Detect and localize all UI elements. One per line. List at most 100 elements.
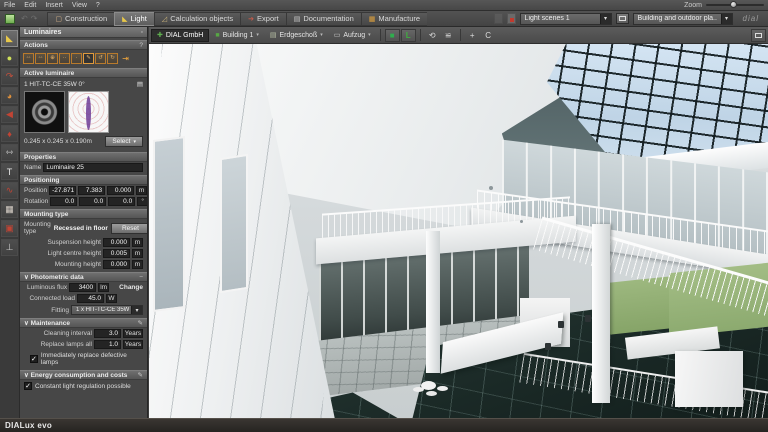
tab-documentation[interactable]: ▤ Documentation (286, 12, 361, 26)
reset-button[interactable]: Reset (111, 223, 148, 234)
light-scene-tool-icon[interactable] (494, 13, 503, 24)
arrangement-tool-icon[interactable]: ↷ (1, 68, 18, 85)
menu-view[interactable]: View (72, 2, 87, 9)
light-scene-active-icon[interactable]: ■ (385, 29, 400, 42)
tab-export[interactable]: ➔ Export (240, 12, 286, 26)
camera-view-icon[interactable]: C (481, 29, 496, 42)
main-toolbar: ↶ ↷ ▢ Construction ◣ Light ◿ Calculation… (0, 11, 768, 27)
rotate-right-icon[interactable]: ↻ (107, 53, 118, 64)
text-tool-icon[interactable]: T (1, 163, 18, 180)
field-arrangement-icon[interactable]: ·· (59, 53, 70, 64)
tab-construction[interactable]: ▢ Construction (47, 12, 114, 26)
move-view-icon[interactable]: + (465, 29, 480, 42)
collapse-icon[interactable]: − (139, 274, 143, 281)
section-lines-icon[interactable]: ≌ (441, 29, 456, 42)
menu-file[interactable]: File (4, 2, 15, 9)
pair-arrangement-icon[interactable]: ◦◦ (23, 53, 34, 64)
scene-preview-icon[interactable] (616, 13, 629, 24)
refresh-view-icon[interactable]: ⟲ (425, 29, 440, 42)
tab-building[interactable]: ■ Building 1 ▾ (210, 29, 264, 42)
active-luminaire-header[interactable]: Active luminaire (20, 68, 147, 78)
documentation-icon: ▤ (294, 15, 301, 23)
panel-pin-icon[interactable]: ▫ (141, 29, 143, 36)
cleaning-interval-input[interactable]: 3.0 (94, 329, 121, 338)
fullscreen-monitor-icon[interactable] (751, 29, 766, 42)
edit-pencil-icon[interactable]: ✎ (138, 319, 143, 327)
mounting-height-input[interactable]: 0.000 (103, 260, 130, 269)
redo-icon[interactable]: ↷ (31, 14, 38, 23)
constant-light-checkbox[interactable]: ✓ (24, 382, 32, 390)
catalogue-card-icon[interactable]: ▤ (137, 80, 143, 88)
change-link[interactable]: Change (119, 284, 143, 291)
undo-icon[interactable]: ↶ (21, 14, 28, 23)
luminous-flux-input[interactable]: 3400 (69, 283, 96, 292)
tab-calculation-objects[interactable]: ◿ Calculation objects (154, 12, 240, 26)
menu-edit[interactable]: Edit (24, 2, 36, 9)
place-tool-icon[interactable]: ✎ (83, 53, 94, 64)
rotation-y-input[interactable]: 0.0 (79, 197, 106, 206)
image-tool-icon[interactable]: ▣ (1, 220, 18, 237)
tab-manufacture[interactable]: ▦ Manufacture (361, 12, 427, 26)
select-luminaire-button[interactable]: Select ▾ (105, 136, 143, 147)
name-input[interactable]: Luminaire 25 (43, 163, 143, 172)
3d-viewport[interactable] (149, 44, 768, 418)
line-arrangement-icon[interactable]: ◦◦ (35, 53, 46, 64)
save-icon[interactable] (5, 14, 15, 24)
fitting-select[interactable]: 1 x HIT-TC-CE 35W ▾ (71, 305, 143, 315)
swatch-tool-icon[interactable]: ▦ (1, 201, 18, 218)
photometric-data-header[interactable]: ∨ Photometric data − (20, 272, 147, 282)
rotation-x-input[interactable]: 0.0 (50, 197, 77, 206)
height-tool-icon[interactable]: ⊥ (1, 239, 18, 256)
properties-header[interactable]: Properties (20, 152, 147, 162)
position-z-input[interactable]: 0.000 (107, 186, 134, 195)
menu-help[interactable]: ? (96, 2, 100, 9)
replace-lamps-input[interactable]: 1.0 (94, 340, 121, 349)
zoom-control: Zoom (684, 2, 764, 9)
tab-light[interactable]: ◣ Light (114, 12, 154, 26)
apply-action-icon[interactable]: ⇥ (119, 52, 132, 64)
light-scene-edit-icon[interactable] (507, 13, 516, 24)
polar-diagram-thumbnail[interactable] (68, 91, 109, 133)
chevron-down-icon[interactable]: ▾ (368, 32, 371, 38)
menu-insert[interactable]: Insert (45, 2, 63, 9)
luminaires-tool-icon[interactable]: ◣ (1, 30, 18, 47)
chevron-down-icon[interactable]: ▾ (256, 32, 259, 38)
positioning-header[interactable]: Positioning (20, 175, 147, 185)
chevron-down-icon[interactable]: ▾ (721, 14, 732, 24)
light-scene-select[interactable]: Light scenes 1 ▾ (520, 13, 612, 25)
suspension-height-input[interactable]: 0.000 (103, 238, 130, 247)
dimension-tool-icon[interactable]: ⇿ (1, 144, 18, 161)
bistro-table-set (421, 381, 436, 390)
luminaire-photo-thumbnail[interactable] (24, 91, 65, 133)
mounting-type-value[interactable]: Recessed in floor (54, 225, 108, 232)
mounting-type-header[interactable]: Mounting type (20, 209, 147, 219)
rotation-z-input[interactable]: 0.0 (108, 197, 135, 206)
chevron-down-icon[interactable]: ▾ (600, 14, 611, 24)
rotate-left-icon[interactable]: ↺ (95, 53, 106, 64)
view-mode-select[interactable]: Building and outdoor pla.. ▾ (633, 13, 733, 25)
replace-defective-checkbox[interactable]: ✓ (30, 355, 38, 363)
circle-arrangement-icon[interactable]: ⊕ (47, 53, 58, 64)
fitting-tool-icon[interactable]: ♦ (1, 125, 18, 142)
lamp-tool-icon[interactable]: ● (1, 49, 18, 66)
tab-site[interactable]: ✚ DIAL GmbH (151, 29, 209, 42)
light-group-icon[interactable]: L (401, 29, 416, 42)
filter-colour-tool-icon[interactable]: ◕ (1, 87, 18, 104)
zoom-slider-knob[interactable] (730, 1, 737, 8)
chevron-down-icon[interactable]: ▾ (320, 32, 323, 38)
help-icon[interactable]: ? (139, 42, 143, 49)
actions-header[interactable]: Actions ? (20, 40, 147, 50)
connected-load-input[interactable]: 45.0 (77, 294, 104, 303)
tab-room[interactable]: ▭ Aufzug ▾ (329, 29, 376, 42)
edit-pencil-icon[interactable]: ✎ (138, 371, 143, 379)
tab-floor[interactable]: ▤ Erdgeschoß ▾ (265, 29, 328, 42)
polyline-tool-icon[interactable]: ∿ (1, 182, 18, 199)
zoom-slider[interactable] (706, 4, 764, 6)
light-centre-height-input[interactable]: 0.005 (103, 249, 130, 258)
maintenance-header[interactable]: ∨ Maintenance ✎ (20, 318, 147, 328)
position-y-input[interactable]: 7.383 (78, 186, 105, 195)
energy-header[interactable]: ∨ Energy consumption and costs ✎ (20, 370, 147, 380)
position-x-input[interactable]: -27.871 (49, 186, 76, 195)
light-distribution-tool-icon[interactable]: ◀ (1, 106, 18, 123)
single-luminaire-icon[interactable]: · (71, 53, 82, 64)
